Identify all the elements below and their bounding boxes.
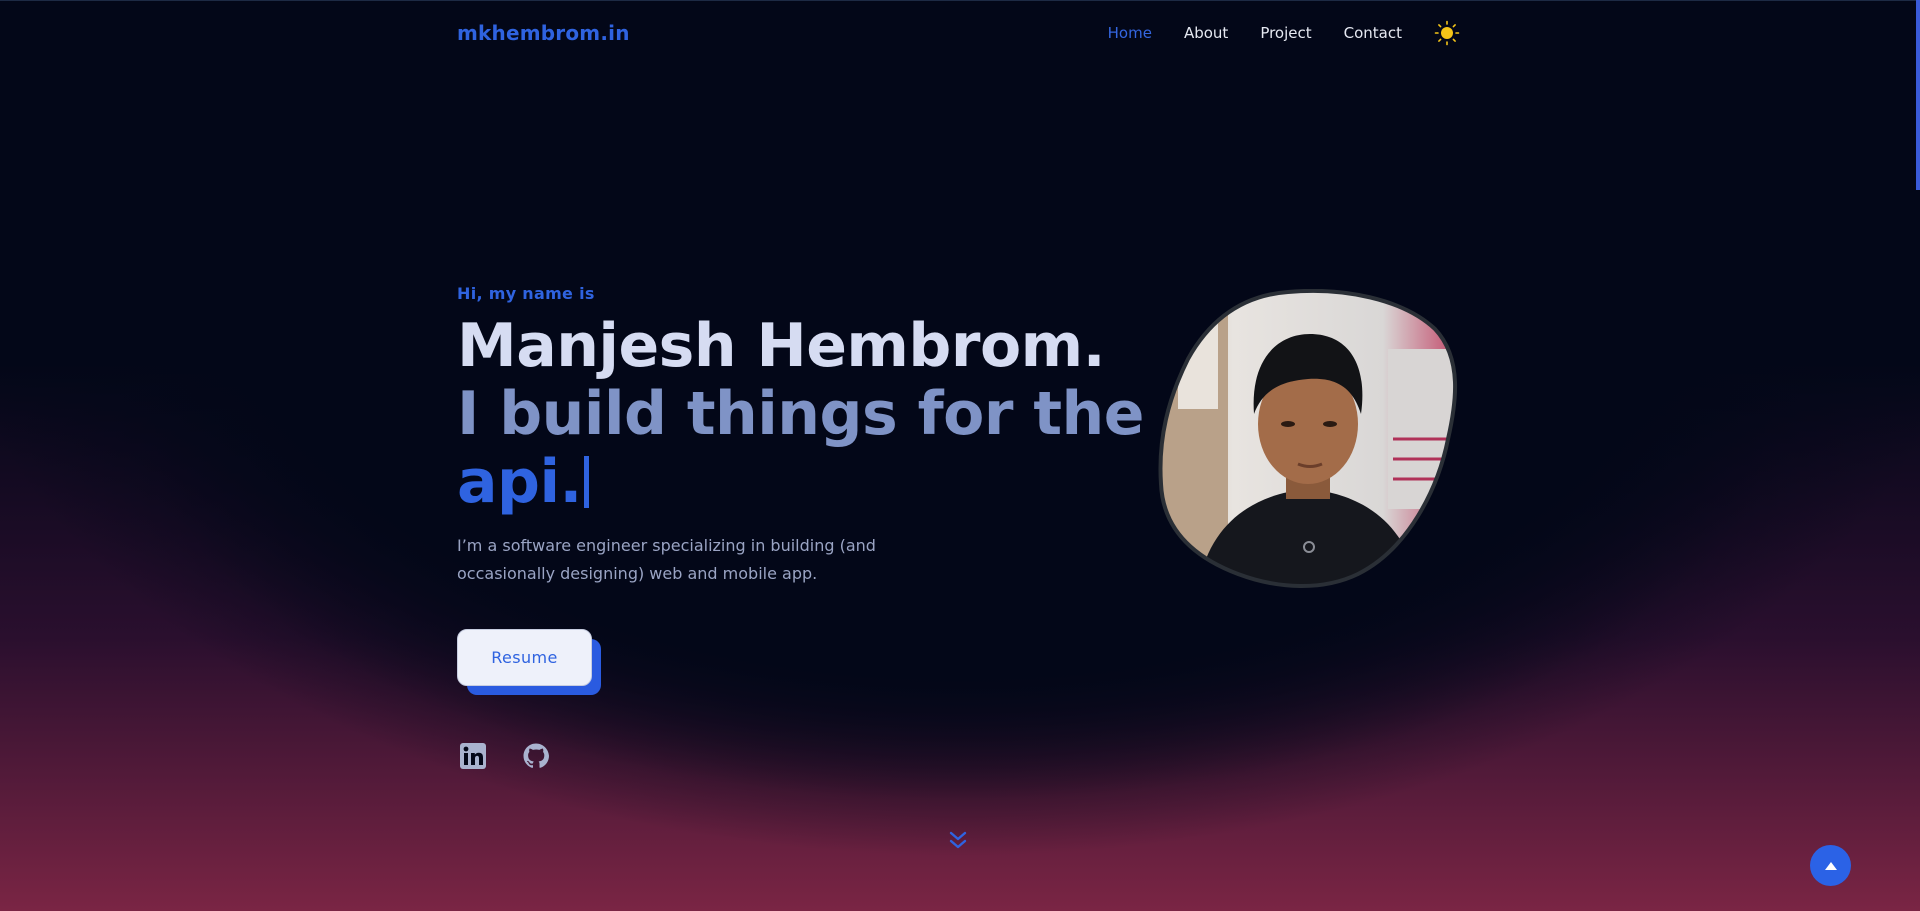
- avatar: [1158, 288, 1458, 588]
- scroll-to-top-button[interactable]: [1810, 845, 1851, 886]
- double-chevron-down-icon[interactable]: [946, 829, 970, 853]
- sun-icon: [1434, 20, 1460, 46]
- hero-typed-line: api.: [457, 448, 1144, 516]
- hero-typed-word: api.: [457, 447, 582, 517]
- navbar: mkhembrom.in Home About Project Contact: [457, 0, 1460, 66]
- hero-greeting: Hi, my name is: [457, 284, 595, 303]
- nav-links: Home About Project Contact: [1108, 20, 1460, 46]
- hero-tagline: I build things for the: [457, 379, 1144, 449]
- site-logo[interactable]: mkhembrom.in: [457, 21, 630, 45]
- profile-photo: [1158, 288, 1458, 589]
- github-icon[interactable]: [522, 742, 550, 770]
- hero-headline: Manjesh Hembrom. I build things for the …: [457, 312, 1144, 516]
- nav-contact-link[interactable]: Contact: [1344, 24, 1402, 42]
- social-links: [459, 742, 550, 770]
- hero-name: Manjesh Hembrom.: [457, 311, 1105, 381]
- typing-caret: [583, 456, 589, 508]
- resume-button-wrap: Resume: [457, 629, 602, 695]
- page-scroll-thumb[interactable]: [1916, 0, 1920, 190]
- nav-home-link[interactable]: Home: [1108, 24, 1152, 42]
- nav-project-link[interactable]: Project: [1260, 24, 1311, 42]
- triangle-up-icon: [1824, 861, 1837, 870]
- theme-toggle-button[interactable]: [1434, 20, 1460, 46]
- hero-bio: I’m a software engineer specializing in …: [457, 536, 876, 583]
- nav-about-link[interactable]: About: [1184, 24, 1228, 42]
- linkedin-icon[interactable]: [459, 742, 487, 770]
- resume-button[interactable]: Resume: [457, 629, 592, 686]
